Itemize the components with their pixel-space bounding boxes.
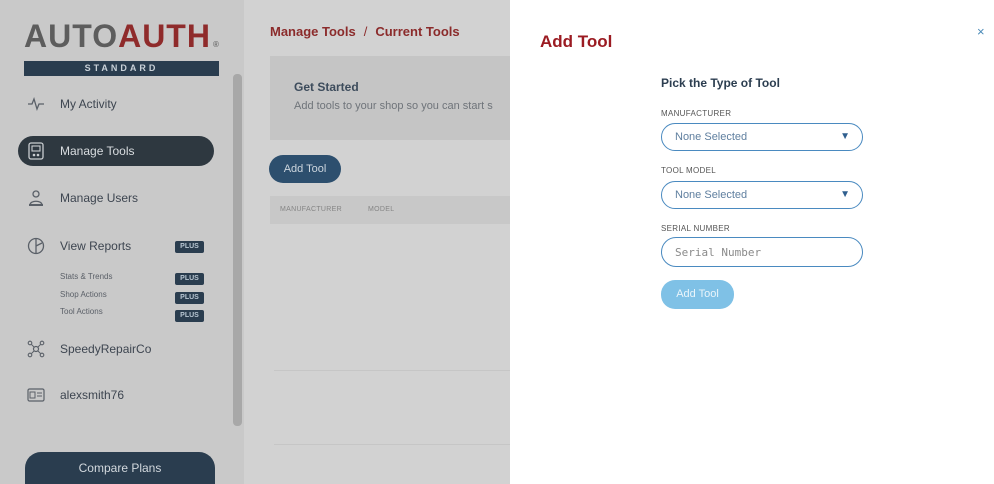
sidebar-item-company[interactable]: SpeedyRepairCo bbox=[18, 334, 214, 364]
add-tool-modal: Add Tool × Pick the Type of Tool MANUFAC… bbox=[510, 0, 994, 484]
sidebar-scrollbar[interactable] bbox=[233, 74, 242, 426]
id-card-icon bbox=[26, 385, 46, 405]
submit-add-tool-button[interactable]: Add Tool bbox=[661, 280, 734, 309]
manufacturer-select[interactable]: None Selected ▼ bbox=[661, 123, 863, 151]
breadcrumb-current-tools: Current Tools bbox=[375, 24, 460, 39]
compare-plans-button[interactable]: Compare Plans bbox=[25, 452, 215, 484]
users-icon bbox=[26, 188, 46, 208]
reports-icon bbox=[26, 236, 46, 256]
add-tool-button[interactable]: Add Tool bbox=[269, 155, 341, 183]
tools-icon bbox=[26, 141, 46, 161]
tool-model-label: TOOL MODEL bbox=[661, 166, 717, 175]
modal-title: Add Tool bbox=[540, 32, 613, 51]
sidebar-subitem-shop-actions[interactable]: Shop Actions bbox=[60, 290, 107, 299]
logo-part-auth: AUTH bbox=[118, 18, 211, 54]
logo-registered: ® bbox=[212, 40, 220, 49]
breadcrumb: Manage Tools / Current Tools bbox=[270, 24, 460, 39]
sidebar-item-label: My Activity bbox=[60, 97, 117, 111]
breadcrumb-manage-tools[interactable]: Manage Tools bbox=[270, 24, 356, 39]
get-started-text: Add tools to your shop so you can start … bbox=[294, 100, 493, 112]
table-row-divider bbox=[274, 370, 510, 371]
table-row-divider bbox=[274, 444, 510, 445]
serial-number-input[interactable] bbox=[661, 237, 863, 267]
plus-badge: PLUS bbox=[175, 292, 204, 304]
manufacturer-label: MANUFACTURER bbox=[661, 109, 732, 118]
sidebar-item-label: Manage Users bbox=[60, 191, 139, 205]
plus-badge: PLUS bbox=[175, 273, 204, 285]
activity-icon bbox=[26, 94, 46, 114]
serial-number-label: SERIAL NUMBER bbox=[661, 224, 730, 233]
sidebar-item-label: alexsmith76 bbox=[60, 388, 125, 402]
logo-subtitle: STANDARD bbox=[24, 61, 219, 76]
sidebar-item-manage-users[interactable]: Manage Users bbox=[18, 183, 214, 213]
close-icon[interactable]: × bbox=[977, 24, 985, 39]
tool-model-select[interactable]: None Selected ▼ bbox=[661, 181, 863, 209]
breadcrumb-separator: / bbox=[363, 24, 368, 39]
tools-table-header: MANUFACTURER MODEL bbox=[270, 196, 510, 224]
sidebar-item-my-activity[interactable]: My Activity bbox=[18, 89, 214, 119]
modal-heading: Pick the Type of Tool bbox=[661, 76, 780, 90]
plus-badge: PLUS bbox=[175, 310, 204, 322]
sidebar-item-account[interactable]: alexsmith76 bbox=[18, 380, 214, 410]
plus-badge: PLUS bbox=[175, 241, 204, 253]
column-header-manufacturer[interactable]: MANUFACTURER bbox=[280, 206, 342, 213]
tool-model-select-value: None Selected bbox=[675, 189, 748, 201]
get-started-title: Get Started bbox=[294, 80, 359, 94]
column-header-model[interactable]: MODEL bbox=[368, 206, 394, 213]
logo-part-auto: AUTO bbox=[24, 18, 119, 54]
main-content: Manage Tools / Current Tools Get Started A… bbox=[244, 0, 510, 484]
sidebar-item-label: View Reports bbox=[60, 239, 132, 253]
sidebar-item-label: Manage Tools bbox=[60, 144, 135, 158]
get-started-panel: Get Started Add tools to your shop so yo… bbox=[270, 56, 510, 140]
app-root: AUTO AUTH ® STANDARD My Activity Manage To… bbox=[0, 0, 994, 484]
sidebar-subitem-tool-actions[interactable]: Tool Actions bbox=[60, 307, 103, 316]
sidebar: AUTO AUTH ® STANDARD My Activity Manage To… bbox=[0, 0, 244, 484]
sidebar-item-label: SpeedyRepairCo bbox=[60, 342, 152, 356]
sidebar-item-manage-tools[interactable]: Manage Tools bbox=[18, 136, 214, 166]
caret-down-icon: ▼ bbox=[840, 189, 850, 200]
caret-down-icon: ▼ bbox=[840, 131, 850, 142]
company-icon bbox=[26, 339, 46, 359]
manufacturer-select-value: None Selected bbox=[675, 131, 748, 143]
autoauth-logo: AUTO AUTH ® STANDARD bbox=[24, 18, 229, 76]
sidebar-subitem-stats-trends[interactable]: Stats & Trends bbox=[60, 272, 112, 281]
